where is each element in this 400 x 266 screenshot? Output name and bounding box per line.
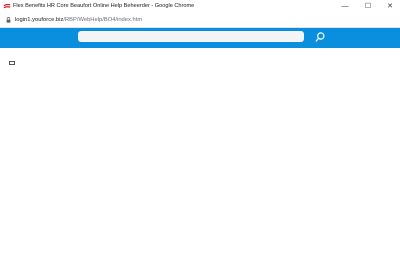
window-titlebar: Flex Benefits HR Core Beaufort Online He… xyxy=(0,0,400,13)
help-header xyxy=(0,28,400,48)
toc-toggle-icon[interactable] xyxy=(9,61,15,65)
url-host: login1.youforce.biz xyxy=(15,17,64,23)
url-text[interactable]: login1.youforce.biz/RBP/WebHelp/BO4/inde… xyxy=(15,13,142,27)
search-input[interactable] xyxy=(78,31,304,42)
url-path: /RBP/WebHelp/BO4/index.htm xyxy=(63,17,143,23)
lock-icon[interactable] xyxy=(6,17,11,23)
window-title: Flex Benefits HR Core Beaufort Online He… xyxy=(13,3,195,9)
search-icon[interactable] xyxy=(313,30,327,44)
brand-logo-icon xyxy=(3,3,11,9)
minimize-icon[interactable]: — xyxy=(335,0,355,13)
help-content xyxy=(0,48,400,266)
maximize-icon[interactable]: ☐ xyxy=(358,0,378,13)
address-bar[interactable]: login1.youforce.biz/RBP/WebHelp/BO4/inde… xyxy=(0,13,400,28)
close-icon[interactable]: ✕ xyxy=(380,0,400,13)
